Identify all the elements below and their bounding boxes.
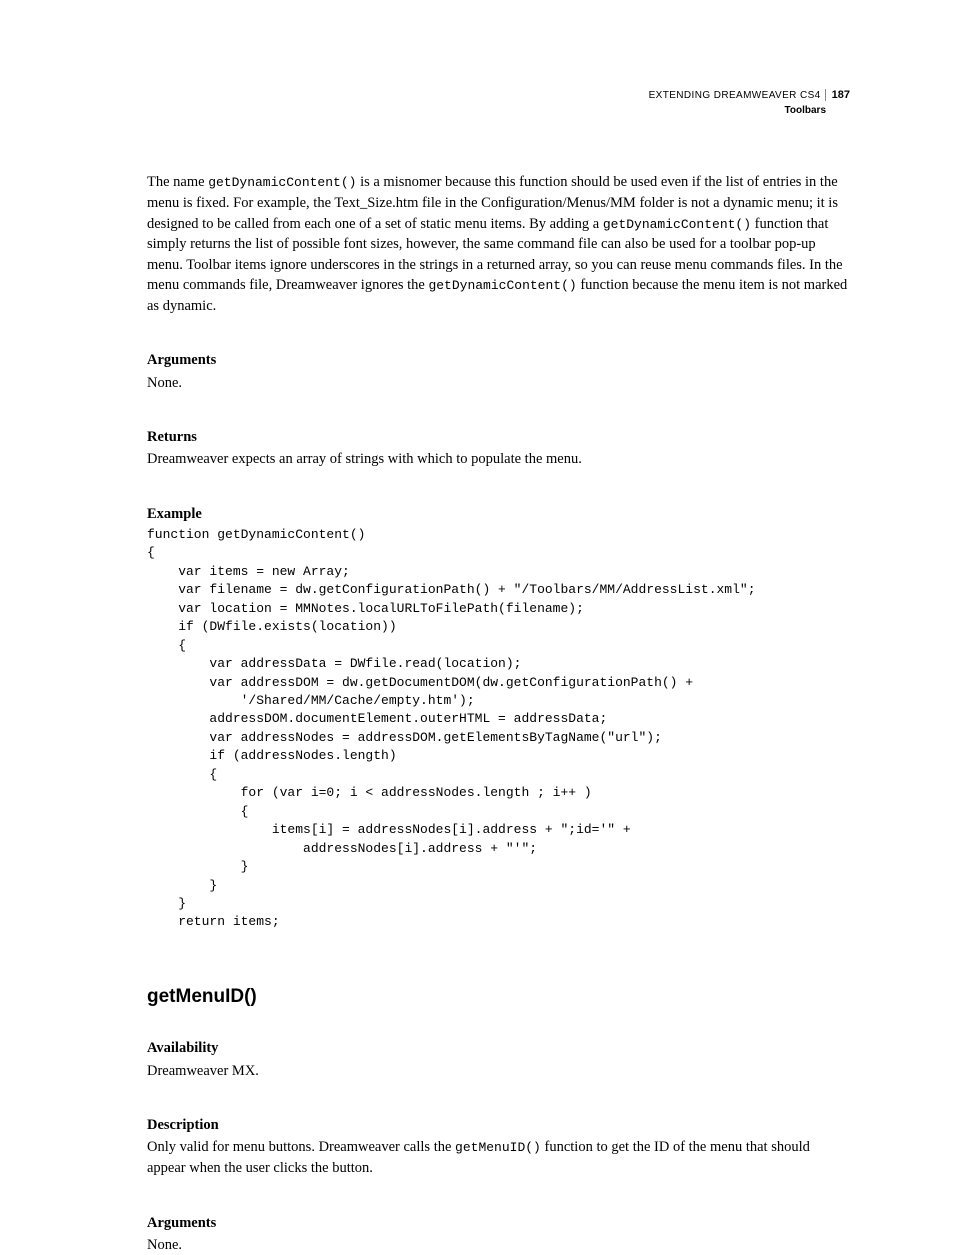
arguments-body-2: None. bbox=[147, 1235, 850, 1255]
page-container: EXTENDING DREAMWEAVER CS4 187 Toolbars Th… bbox=[0, 0, 954, 1235]
arguments-body-1: None. bbox=[147, 373, 850, 393]
availability-heading: Availability bbox=[147, 1038, 850, 1058]
page-number: 187 bbox=[825, 89, 850, 101]
code-inline-3: getDynamicContent() bbox=[428, 278, 576, 293]
description-pre: Only valid for menu buttons. Dreamweaver… bbox=[147, 1139, 455, 1155]
intro-text-1: The name bbox=[147, 174, 208, 190]
returns-body: Dreamweaver expects an array of strings … bbox=[147, 449, 850, 469]
code-inline-2: getDynamicContent() bbox=[603, 217, 751, 232]
description-body: Only valid for menu buttons. Dreamweaver… bbox=[147, 1137, 850, 1178]
book-title: EXTENDING DREAMWEAVER CS4 bbox=[649, 90, 821, 101]
function-title-getmenuid: getMenuID() bbox=[147, 984, 850, 1011]
intro-paragraph: The name getDynamicContent() is a misnom… bbox=[147, 172, 850, 316]
example-code-block: function getDynamicContent() { var items… bbox=[147, 526, 850, 932]
arguments-heading-1: Arguments bbox=[147, 350, 850, 370]
example-heading: Example bbox=[147, 504, 850, 524]
description-heading: Description bbox=[147, 1115, 850, 1135]
description-code: getMenuID() bbox=[455, 1140, 541, 1155]
code-inline-1: getDynamicContent() bbox=[208, 175, 356, 190]
arguments-heading-2: Arguments bbox=[147, 1213, 850, 1233]
returns-heading: Returns bbox=[147, 427, 850, 447]
availability-body: Dreamweaver MX. bbox=[147, 1061, 850, 1081]
page-header: EXTENDING DREAMWEAVER CS4 187 Toolbars bbox=[147, 88, 850, 118]
header-section: Toolbars bbox=[147, 104, 850, 118]
header-title-line: EXTENDING DREAMWEAVER CS4 187 bbox=[147, 88, 850, 103]
